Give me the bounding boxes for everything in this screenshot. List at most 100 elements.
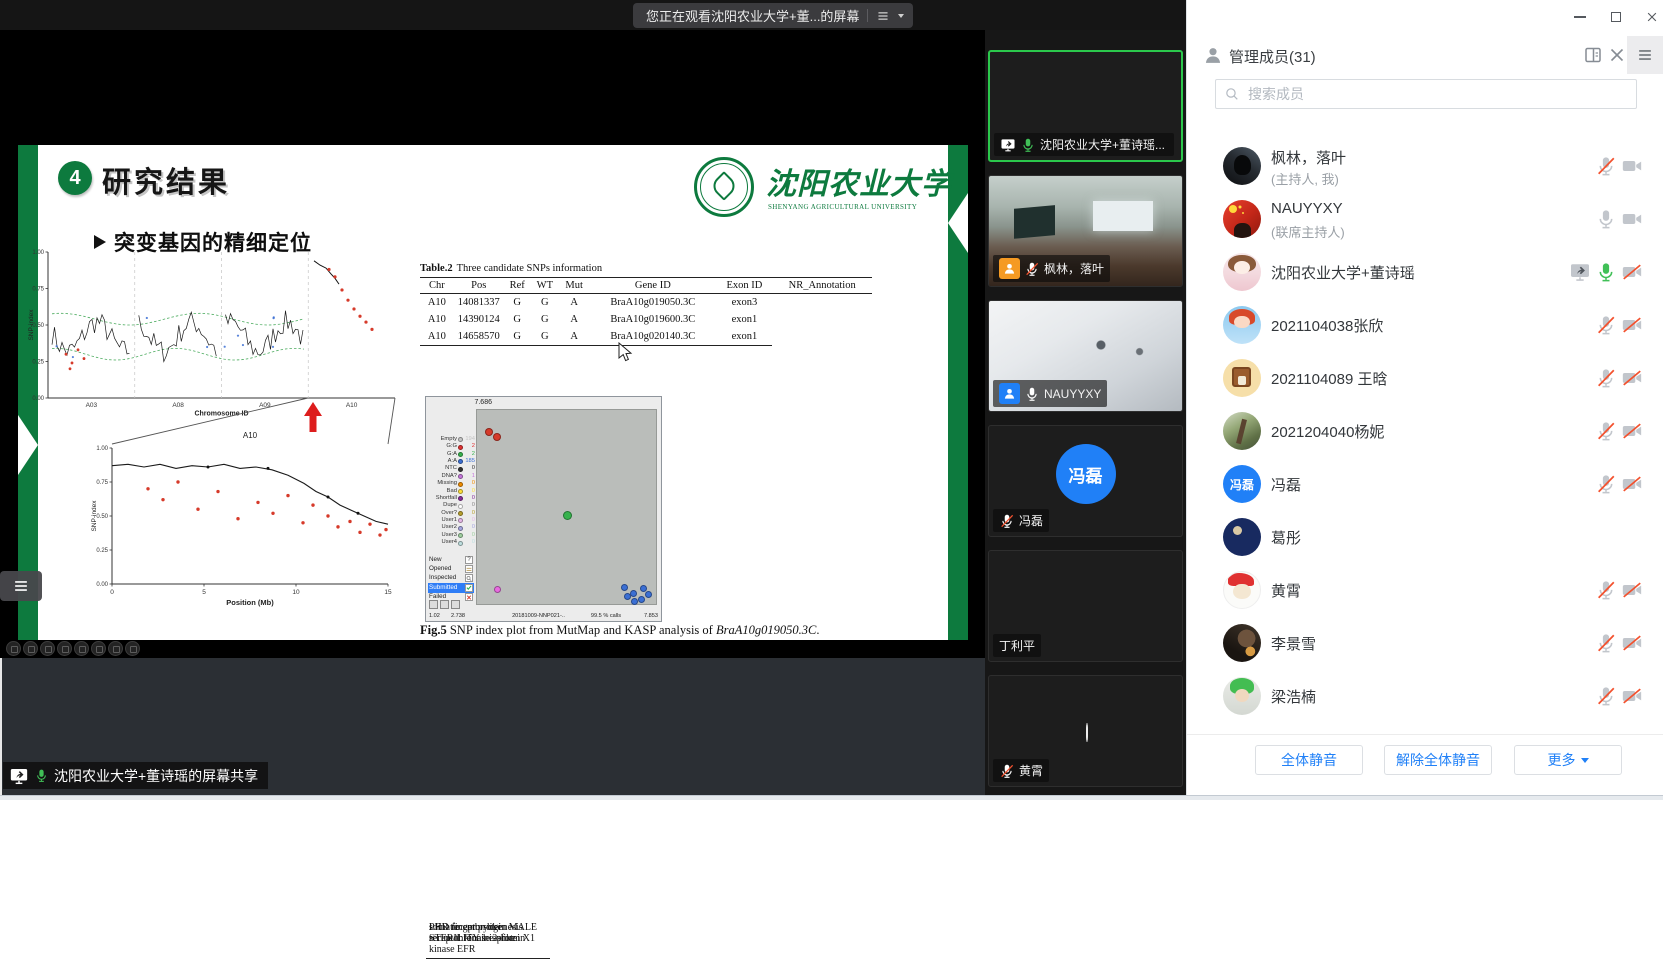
member-role: (主持人, 我) <box>1271 169 1339 188</box>
window-maximize-button[interactable] <box>1601 6 1631 28</box>
video-tile[interactable]: NAUYYXY <box>988 300 1183 412</box>
kasp-status-list: New?OpenedInspectedSubmittedFailed <box>428 555 474 602</box>
avatar: 冯磊 <box>1223 465 1261 503</box>
svg-text:0.75: 0.75 <box>96 480 108 486</box>
camera-icon[interactable] <box>1621 155 1643 177</box>
svg-text:10: 10 <box>292 589 300 596</box>
table-row: A1014390124GGABraA10g019600.3Cexon1somat… <box>420 311 872 328</box>
watching-status-pill[interactable]: 您正在观看沈阳农业大学+董...的屏幕 <box>633 3 913 28</box>
camera-off-icon[interactable] <box>1621 420 1643 442</box>
table-cell: A10 <box>420 294 454 312</box>
mic-muted-icon[interactable] <box>1595 420 1617 442</box>
share-banner-text: 沈阳农业大学+董诗瑶的屏幕共享 <box>54 766 258 786</box>
kasp-status-row[interactable]: New? <box>428 555 474 564</box>
camera-off-icon[interactable] <box>1621 685 1643 707</box>
member-row[interactable]: 2021204040杨妮 <box>1187 405 1663 458</box>
legend-dot-icon <box>458 496 463 501</box>
mic-muted-icon[interactable] <box>1595 155 1617 177</box>
camera-icon[interactable] <box>1621 208 1643 230</box>
camera-off-icon[interactable] <box>1621 261 1643 283</box>
annotation-tool-8[interactable] <box>125 641 140 656</box>
panel-menu-button[interactable] <box>1627 36 1663 74</box>
mic-active-icon[interactable] <box>1595 261 1617 283</box>
mic-muted-icon[interactable] <box>1595 367 1617 389</box>
mic-muted-icon[interactable] <box>1595 473 1617 495</box>
screen-share-banner: 沈阳农业大学+董诗瑶的屏幕共享 <box>3 762 268 789</box>
kasp-status-row[interactable]: Opened <box>428 564 474 573</box>
mute-all-button[interactable]: 全体静音 <box>1255 745 1363 775</box>
annotation-tool-2[interactable] <box>23 641 38 656</box>
svg-text:A03: A03 <box>86 402 98 409</box>
kasp-status-row[interactable]: Inspected <box>428 574 474 583</box>
avatar: 冯磊 <box>1056 444 1116 504</box>
layout-menu-icon[interactable] <box>876 9 890 23</box>
kasp-genotyping-panel: 7.686 Empty 194 G:G 2 G:A 2 A:A 185 NTC … <box>425 396 662 622</box>
kasp-footer-values: 1.022.738 20181009-NNP021-..99.5 % calls… <box>429 613 658 619</box>
panel-popout-icon[interactable] <box>1583 45 1603 65</box>
member-row[interactable]: 黄霄 <box>1187 564 1663 617</box>
member-name: 葛彤 <box>1271 527 1301 548</box>
window-minimize-button[interactable] <box>1565 6 1595 28</box>
screen-share-icon <box>9 766 29 786</box>
annotation-tool-4[interactable] <box>57 641 72 656</box>
avatar <box>1223 677 1261 715</box>
annotation-tool-5[interactable] <box>74 641 89 656</box>
legend-dot-icon <box>458 459 463 464</box>
table-cell: 14390124 <box>454 311 504 328</box>
kasp-axis-max: 7.686 <box>438 399 492 406</box>
annotation-tool-6[interactable] <box>91 641 106 656</box>
members-panel-header: 管理成员(31) <box>1187 36 1663 74</box>
member-search-box[interactable] <box>1215 79 1637 109</box>
video-tile[interactable]: 枫林，落叶 <box>988 175 1183 287</box>
member-row[interactable]: 李景雪 <box>1187 617 1663 670</box>
annotation-panel-toggle[interactable] <box>0 571 42 601</box>
members-panel: 管理成员(31) 枫林，落叶 (主持人, 我) NAUYYXY (联席主持人) … <box>1186 0 1663 795</box>
svg-text:Position (Mb): Position (Mb) <box>226 598 274 607</box>
video-tile[interactable]: 黄霄 <box>988 675 1183 787</box>
tile-name-bar: NAUYYXY <box>993 380 1107 407</box>
mic-muted-icon <box>999 763 1015 779</box>
member-name: 2021204040杨妮 <box>1271 421 1384 442</box>
search-input[interactable] <box>1246 85 1628 103</box>
mic-muted-icon[interactable] <box>1595 314 1617 336</box>
mic-icon[interactable] <box>1595 208 1617 230</box>
camera-off-icon[interactable] <box>1621 367 1643 389</box>
table-cell: BraA10g019600.3C <box>589 311 716 328</box>
legend-dot-icon <box>458 474 463 479</box>
slide-band-notch <box>18 415 38 475</box>
panel-close-icon[interactable] <box>1607 45 1627 65</box>
annotation-tool-3[interactable] <box>40 641 55 656</box>
member-row[interactable]: 2021104089 王晗 <box>1187 352 1663 405</box>
member-row[interactable]: NAUYYXY (联席主持人) <box>1187 193 1663 246</box>
search-icon <box>1224 86 1240 102</box>
more-button[interactable]: 更多 <box>1514 745 1622 775</box>
member-row[interactable]: 葛彤 <box>1187 511 1663 564</box>
member-row[interactable]: 枫林，落叶 (主持人, 我) <box>1187 140 1663 193</box>
member-row[interactable]: 冯磊 冯磊 <box>1187 458 1663 511</box>
legend-dot-icon <box>458 467 463 472</box>
mic-muted-icon <box>999 513 1015 529</box>
member-row[interactable]: 2021104038张欣 <box>1187 299 1663 352</box>
annotation-tool-7[interactable] <box>108 641 123 656</box>
members-panel-title: 管理成员(31) <box>1229 46 1316 67</box>
video-tile[interactable]: 沈阳农业大学+董诗瑶... <box>988 50 1183 162</box>
member-row[interactable]: 梁浩楠 <box>1187 670 1663 723</box>
table-cell: exon1 <box>717 328 773 346</box>
mic-muted-icon[interactable] <box>1595 632 1617 654</box>
svg-text:15: 15 <box>384 589 392 596</box>
mic-muted-icon[interactable] <box>1595 579 1617 601</box>
kasp-status-row[interactable]: Submitted <box>428 583 474 592</box>
annotation-tool-1[interactable] <box>6 641 21 656</box>
window-close-button[interactable] <box>1637 6 1663 28</box>
table-header-cell: WT <box>531 278 559 294</box>
video-tile[interactable]: 丁利平 <box>988 550 1183 662</box>
camera-off-icon[interactable] <box>1621 632 1643 654</box>
unmute-all-button[interactable]: 解除全体静音 <box>1384 745 1492 775</box>
camera-off-icon[interactable] <box>1621 314 1643 336</box>
member-name: 2021104038张欣 <box>1271 315 1383 336</box>
member-row[interactable]: 沈阳农业大学+董诗瑶 <box>1187 246 1663 299</box>
camera-off-icon[interactable] <box>1621 473 1643 495</box>
mic-muted-icon[interactable] <box>1595 685 1617 707</box>
video-tile[interactable]: 冯磊 冯磊 <box>988 425 1183 537</box>
camera-off-icon[interactable] <box>1621 579 1643 601</box>
